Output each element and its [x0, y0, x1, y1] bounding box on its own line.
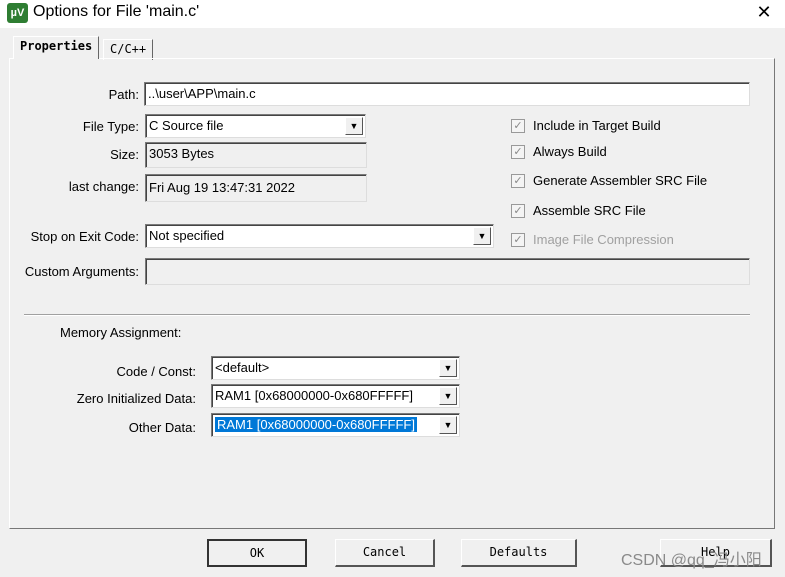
- code-const-label: Code / Const:: [116, 364, 197, 379]
- always-build-checkbox[interactable]: ✓: [511, 145, 525, 159]
- file-type-select[interactable]: C Source file ▼: [145, 114, 366, 138]
- assemble-src-checkbox[interactable]: ✓: [511, 204, 525, 218]
- size-value: 3053 Bytes: [145, 142, 367, 168]
- window-title: Options for File 'main.c': [33, 3, 200, 20]
- other-data-label: Other Data:: [128, 420, 196, 435]
- size-label: Size:: [110, 147, 139, 162]
- chevron-down-icon[interactable]: ▼: [439, 416, 457, 434]
- defaults-button[interactable]: Defaults: [461, 539, 577, 567]
- chevron-down-icon[interactable]: ▼: [345, 117, 363, 135]
- zero-init-value: RAM1 [0x68000000-0x680FFFFF]: [215, 388, 413, 403]
- zero-init-select[interactable]: RAM1 [0x68000000-0x680FFFFF] ▼: [211, 384, 460, 408]
- tab-c-cpp[interactable]: C/C++: [103, 39, 154, 60]
- stop-on-exit-label: Stop on Exit Code:: [30, 229, 139, 244]
- file-type-value: C Source file: [149, 118, 224, 133]
- other-data-select[interactable]: RAM1 [0x68000000-0x680FFFFF] ▼: [211, 413, 460, 437]
- keil-uvision-icon: µV: [7, 3, 28, 23]
- zero-init-label: Zero Initialized Data:: [76, 391, 196, 406]
- code-const-select[interactable]: <default> ▼: [211, 356, 460, 380]
- image-compression-label: Image File Compression: [533, 232, 674, 247]
- always-build-label[interactable]: Always Build: [533, 144, 607, 159]
- separator: [24, 314, 750, 316]
- generate-asm-label[interactable]: Generate Assembler SRC File: [533, 173, 707, 188]
- other-data-value: RAM1 [0x68000000-0x680FFFFF]: [215, 417, 417, 432]
- last-change-value: Fri Aug 19 13:47:31 2022: [145, 174, 367, 202]
- close-icon[interactable]: ✕: [752, 2, 776, 23]
- watermark: CSDN @qq_冯小阳: [621, 552, 762, 569]
- stop-on-exit-value: Not specified: [149, 228, 225, 243]
- file-type-label: File Type:: [82, 119, 139, 134]
- custom-args-label: Custom Arguments:: [24, 264, 139, 279]
- chevron-down-icon[interactable]: ▼: [439, 387, 457, 405]
- generate-asm-checkbox[interactable]: ✓: [511, 174, 525, 188]
- ok-button[interactable]: OK: [207, 539, 307, 567]
- image-compression-checkbox: ✓: [511, 233, 525, 247]
- cancel-button[interactable]: Cancel: [335, 539, 435, 567]
- code-const-value: <default>: [215, 360, 270, 375]
- memory-assignment-title: Memory Assignment:: [60, 325, 182, 340]
- include-target-label[interactable]: Include in Target Build: [533, 118, 661, 133]
- assemble-src-label[interactable]: Assemble SRC File: [533, 203, 646, 218]
- include-target-checkbox[interactable]: ✓: [511, 119, 525, 133]
- tab-properties[interactable]: Properties: [13, 36, 100, 59]
- last-change-label: last change:: [68, 179, 139, 194]
- path-input[interactable]: ..\user\APP\main.c: [144, 82, 750, 106]
- custom-args-input: [145, 258, 750, 285]
- stop-on-exit-select[interactable]: Not specified ▼: [145, 224, 494, 248]
- chevron-down-icon[interactable]: ▼: [473, 227, 491, 245]
- path-label: Path:: [108, 87, 139, 102]
- chevron-down-icon[interactable]: ▼: [439, 359, 457, 377]
